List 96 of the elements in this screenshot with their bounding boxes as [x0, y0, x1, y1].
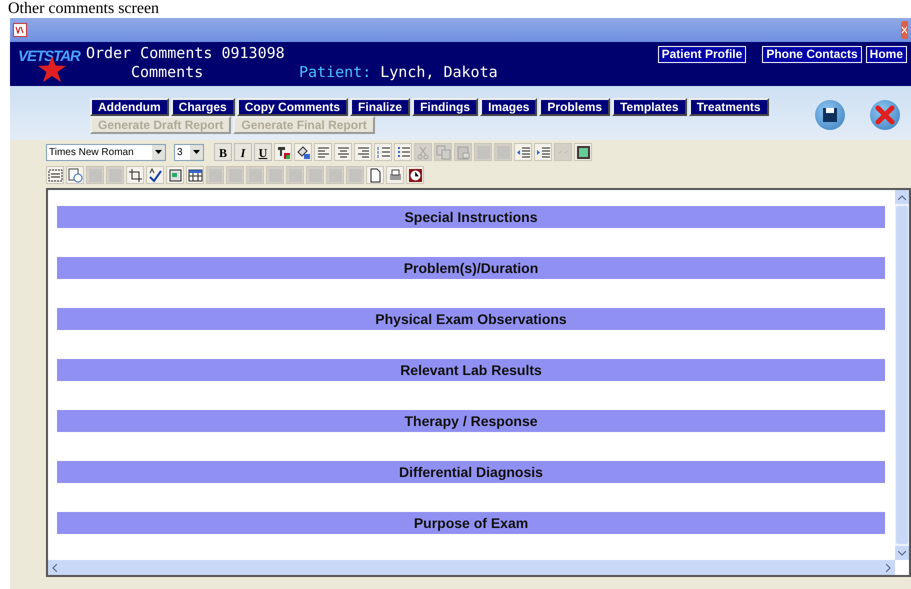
- close-button[interactable]: [901, 21, 908, 39]
- screen-subtitle: Comments: [131, 63, 204, 82]
- form-icon: [168, 168, 182, 182]
- logo-text: VETSTAR: [18, 47, 80, 67]
- patient-name: Lynch, Dakota: [380, 63, 498, 82]
- square-icon: [108, 168, 122, 182]
- scissors-icon: [416, 144, 430, 160]
- cancel-button[interactable]: [870, 100, 900, 130]
- square-icon: [88, 168, 102, 182]
- toolbar-button[interactable]: [394, 143, 412, 161]
- header-link[interactable]: Patient Profile: [658, 46, 746, 63]
- toolbar-button[interactable]: [334, 143, 352, 161]
- action-button[interactable]: Problems: [539, 98, 610, 116]
- align-center-icon: [336, 144, 350, 160]
- align-right-icon: [356, 144, 370, 160]
- x-icon: [875, 105, 895, 125]
- section-header: Physical Exam Observations: [57, 308, 885, 330]
- action-button[interactable]: Copy Comments: [236, 98, 348, 116]
- caret-icon: [193, 150, 200, 154]
- table-icon: [188, 168, 202, 182]
- toolbar-button[interactable]: [146, 166, 164, 184]
- clock-icon: [408, 168, 422, 182]
- toolbar-button[interactable]: [314, 143, 332, 161]
- action-button[interactable]: Finalize: [350, 98, 410, 116]
- patient-label: Patient:: [299, 63, 372, 82]
- toolbar-button[interactable]: [534, 143, 552, 161]
- paste-icon: [456, 144, 470, 160]
- format-button[interactable]: U: [254, 143, 272, 161]
- square-icon: [348, 168, 362, 182]
- toolbar-button[interactable]: [126, 166, 144, 184]
- square-icon: [328, 168, 342, 182]
- action-button[interactable]: Treatments: [688, 98, 769, 116]
- dashed-box-icon: [48, 168, 62, 182]
- format-button[interactable]: B: [214, 143, 232, 161]
- checkmark-icon: [148, 168, 162, 182]
- page-icon: [368, 168, 382, 182]
- scroll-down-icon: [898, 550, 906, 556]
- toolbar-button[interactable]: [406, 166, 424, 184]
- vertical-scrollbar[interactable]: [895, 190, 909, 560]
- caption: Other comments screen: [8, 0, 160, 18]
- action-button[interactable]: Findings: [412, 98, 478, 116]
- caret-icon: [155, 150, 162, 154]
- save-button[interactable]: [815, 100, 845, 130]
- document-clock-icon: [68, 168, 82, 182]
- toolbar-button[interactable]: [46, 166, 64, 184]
- toolbar-button[interactable]: [374, 143, 392, 161]
- section-header: Special Instructions: [57, 206, 885, 228]
- text-color-icon: [276, 144, 290, 160]
- square-icon: [496, 144, 510, 160]
- outdent-icon: [516, 144, 530, 160]
- toolbar-button[interactable]: [386, 166, 404, 184]
- app-icon: [13, 23, 27, 37]
- bullet-list-icon: [396, 144, 410, 160]
- scroll-left-icon: [52, 564, 57, 572]
- toolbar-button[interactable]: [294, 143, 312, 161]
- square-icon: [228, 168, 242, 182]
- square-icon: [208, 168, 222, 182]
- section-header: Purpose of Exam: [57, 512, 885, 534]
- size-select[interactable]: 3: [174, 144, 204, 160]
- section-header: Differential Diagnosis: [57, 461, 885, 483]
- section-header: Problem(s)/Duration: [57, 257, 885, 279]
- square-icon: [288, 168, 302, 182]
- indent-icon: [536, 144, 550, 160]
- header-link[interactable]: Phone Contacts: [762, 46, 862, 63]
- toolbar-button[interactable]: [166, 166, 184, 184]
- toolbar-button[interactable]: [354, 143, 372, 161]
- format-button[interactable]: I: [234, 143, 252, 161]
- horizontal-scrollbar[interactable]: [48, 560, 895, 575]
- header-link[interactable]: Home: [866, 46, 907, 63]
- toolbar-button[interactable]: [366, 166, 384, 184]
- align-left-icon: [316, 144, 330, 160]
- action-button[interactable]: Images: [480, 98, 538, 116]
- action-button[interactable]: Templates: [612, 98, 687, 116]
- square-icon: [476, 144, 490, 160]
- section-header: Therapy / Response: [57, 410, 885, 432]
- copy-icon: [436, 144, 450, 160]
- square-icon: [248, 168, 262, 182]
- section-header: Relevant Lab Results: [57, 359, 885, 381]
- numbered-list-icon: [376, 144, 390, 160]
- crop-icon: [128, 168, 142, 182]
- screen-title: Order Comments 0913098: [86, 44, 286, 63]
- toolbar-button[interactable]: [274, 143, 292, 161]
- printer-icon: [388, 168, 402, 182]
- toolbar-button[interactable]: [514, 143, 532, 161]
- image-icon: [576, 144, 590, 160]
- toolbar-button[interactable]: [66, 166, 84, 184]
- toolbar-button[interactable]: [186, 166, 204, 184]
- scroll-right-icon: [886, 564, 891, 572]
- action-button[interactable]: Addendum: [90, 98, 169, 116]
- action-button[interactable]: Charges: [170, 98, 235, 116]
- scroll-up-icon: [898, 194, 906, 200]
- font-select[interactable]: Times New Roman: [46, 144, 166, 160]
- square-icon: [308, 168, 322, 182]
- toolbar-button[interactable]: [574, 143, 592, 161]
- paint-bucket-icon: [296, 144, 310, 160]
- square-icon: [268, 168, 282, 182]
